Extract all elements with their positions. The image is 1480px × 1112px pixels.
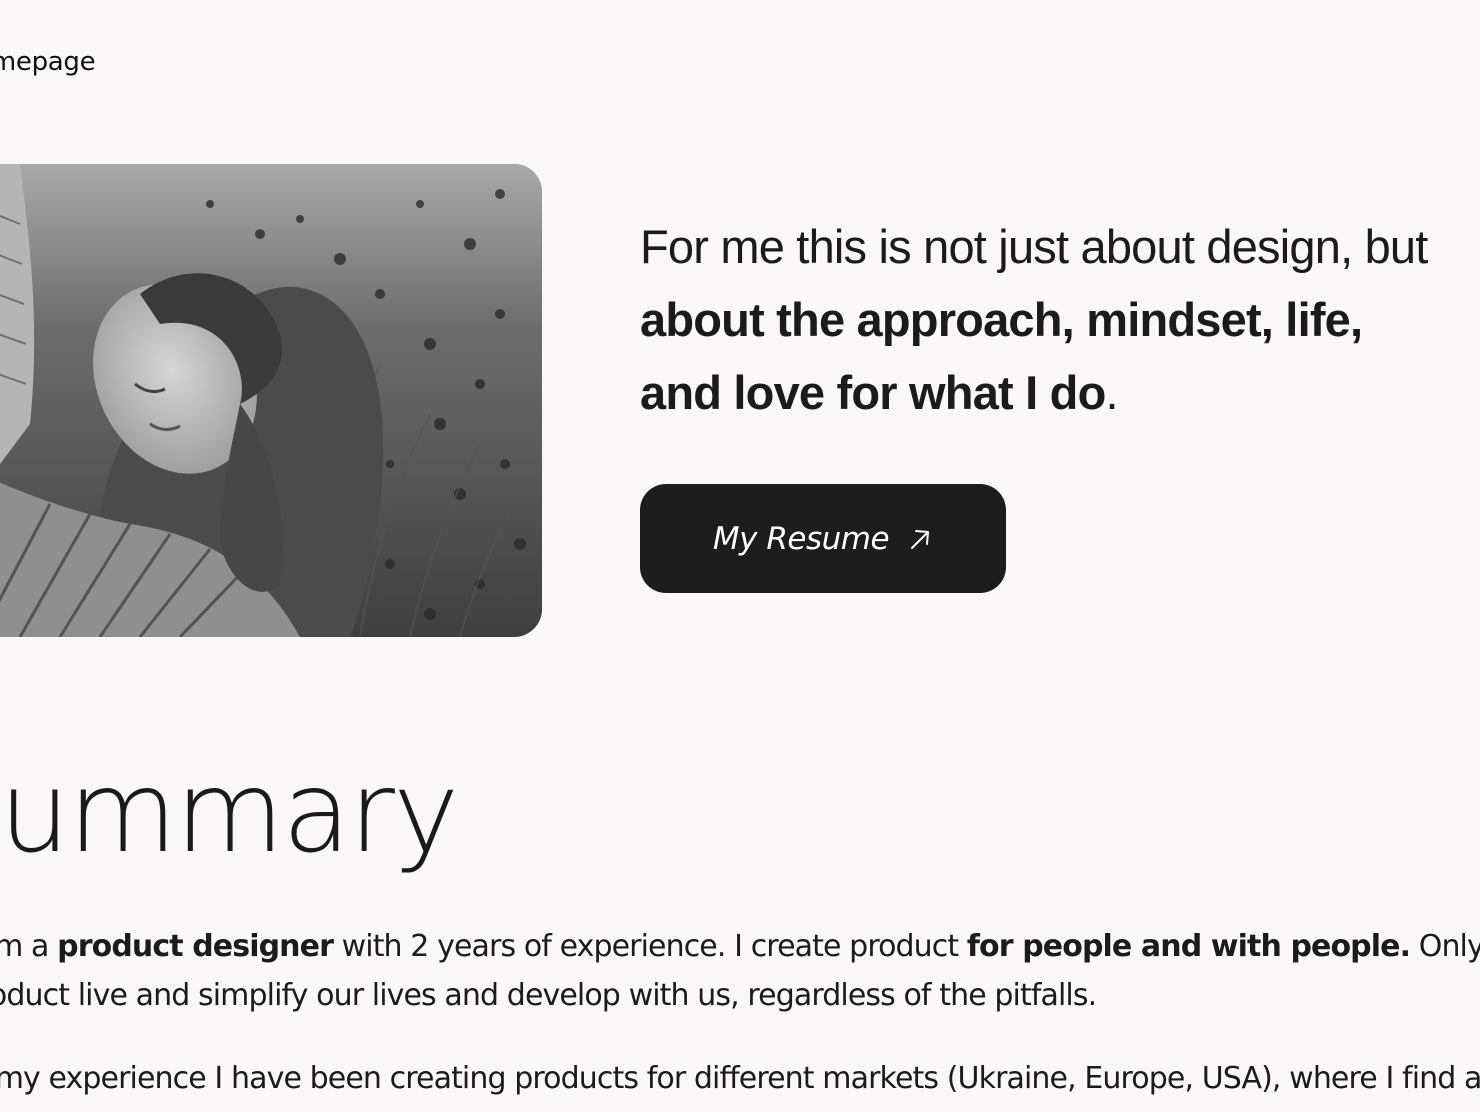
summary-paragraph-2: In my experience I have been creating pr… [0, 1054, 1480, 1103]
intro-quote-end: . [1105, 366, 1118, 419]
intro-quote: For me this is not just about design, bu… [640, 210, 1440, 429]
summary-p1-line-2: product live and simplify our lives and … [0, 978, 1097, 1013]
profile-photo [0, 164, 542, 637]
summary-p1-text-3: Only in this way [1418, 929, 1480, 964]
summary-p1-bold-1: product designer [57, 929, 334, 964]
summary-heading: Summary [0, 748, 459, 878]
resume-button-label: My Resume [712, 520, 890, 557]
arrow-up-right-icon [907, 526, 933, 552]
homepage-link[interactable]: Homepage [0, 44, 96, 80]
summary-p1-text-2: with 2 years of experience. I create pro… [332, 929, 967, 964]
resume-button[interactable]: My Resume [640, 484, 1006, 593]
summary-p1-text-1: I am a [0, 929, 49, 964]
summary-p2-text-1: In my experience I have been creating pr… [0, 1061, 1480, 1096]
summary-paragraph-1: I am a product designer with 2 years of … [0, 922, 1480, 1020]
intro-quote-bold: about the approach, mindset, life, and l… [640, 293, 1363, 419]
summary-p1-bold-2: for people and with people. [966, 929, 1411, 964]
intro-quote-text: For me this is not just about design, bu… [640, 220, 1428, 273]
